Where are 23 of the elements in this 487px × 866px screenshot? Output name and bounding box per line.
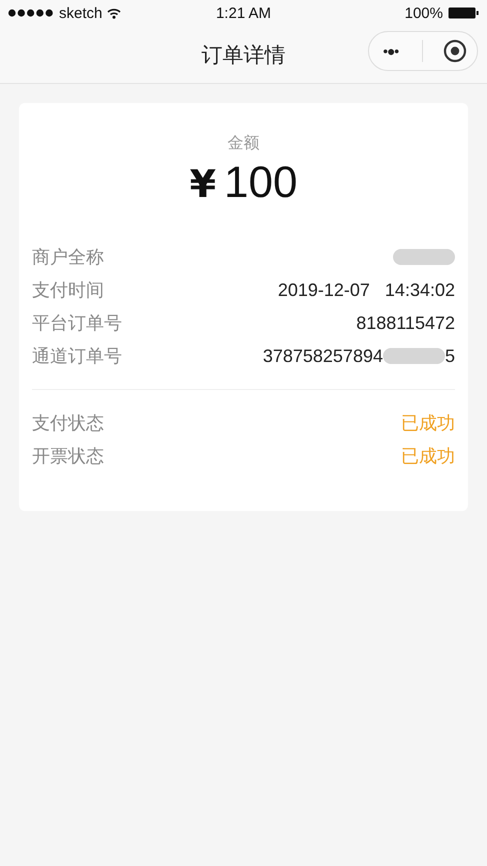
field-value: 5 xyxy=(444,346,455,366)
field-value: 378758257894 xyxy=(262,346,383,366)
status-label: 支付状态 xyxy=(32,412,104,435)
signal-icon xyxy=(8,9,54,17)
field-value: 8188115472 xyxy=(356,312,455,334)
more-button[interactable]: •●• xyxy=(378,43,402,59)
status-value: 已成功 xyxy=(401,445,455,468)
currency-symbol: ¥ xyxy=(190,162,216,206)
amount-label: 金额 xyxy=(228,133,260,154)
field-label: 平台订单号 xyxy=(32,312,122,335)
status-value: 已成功 xyxy=(401,412,455,435)
field-value: 2019-12-07 14:34:02 xyxy=(278,280,455,300)
amount-value: 100 xyxy=(224,158,298,208)
clock-time: 1:21 AM xyxy=(216,4,272,22)
field-label: 商户全称 xyxy=(32,246,104,269)
battery-icon xyxy=(448,7,479,19)
page-title: 订单详情 xyxy=(202,42,286,68)
wifi-icon xyxy=(107,8,122,18)
battery-percent: 100% xyxy=(404,4,443,22)
carrier-name: sketch xyxy=(59,4,102,22)
status-label: 开票状态 xyxy=(32,445,104,468)
field-label: 支付时间 xyxy=(32,279,104,302)
field-label: 通道订单号 xyxy=(32,345,122,368)
